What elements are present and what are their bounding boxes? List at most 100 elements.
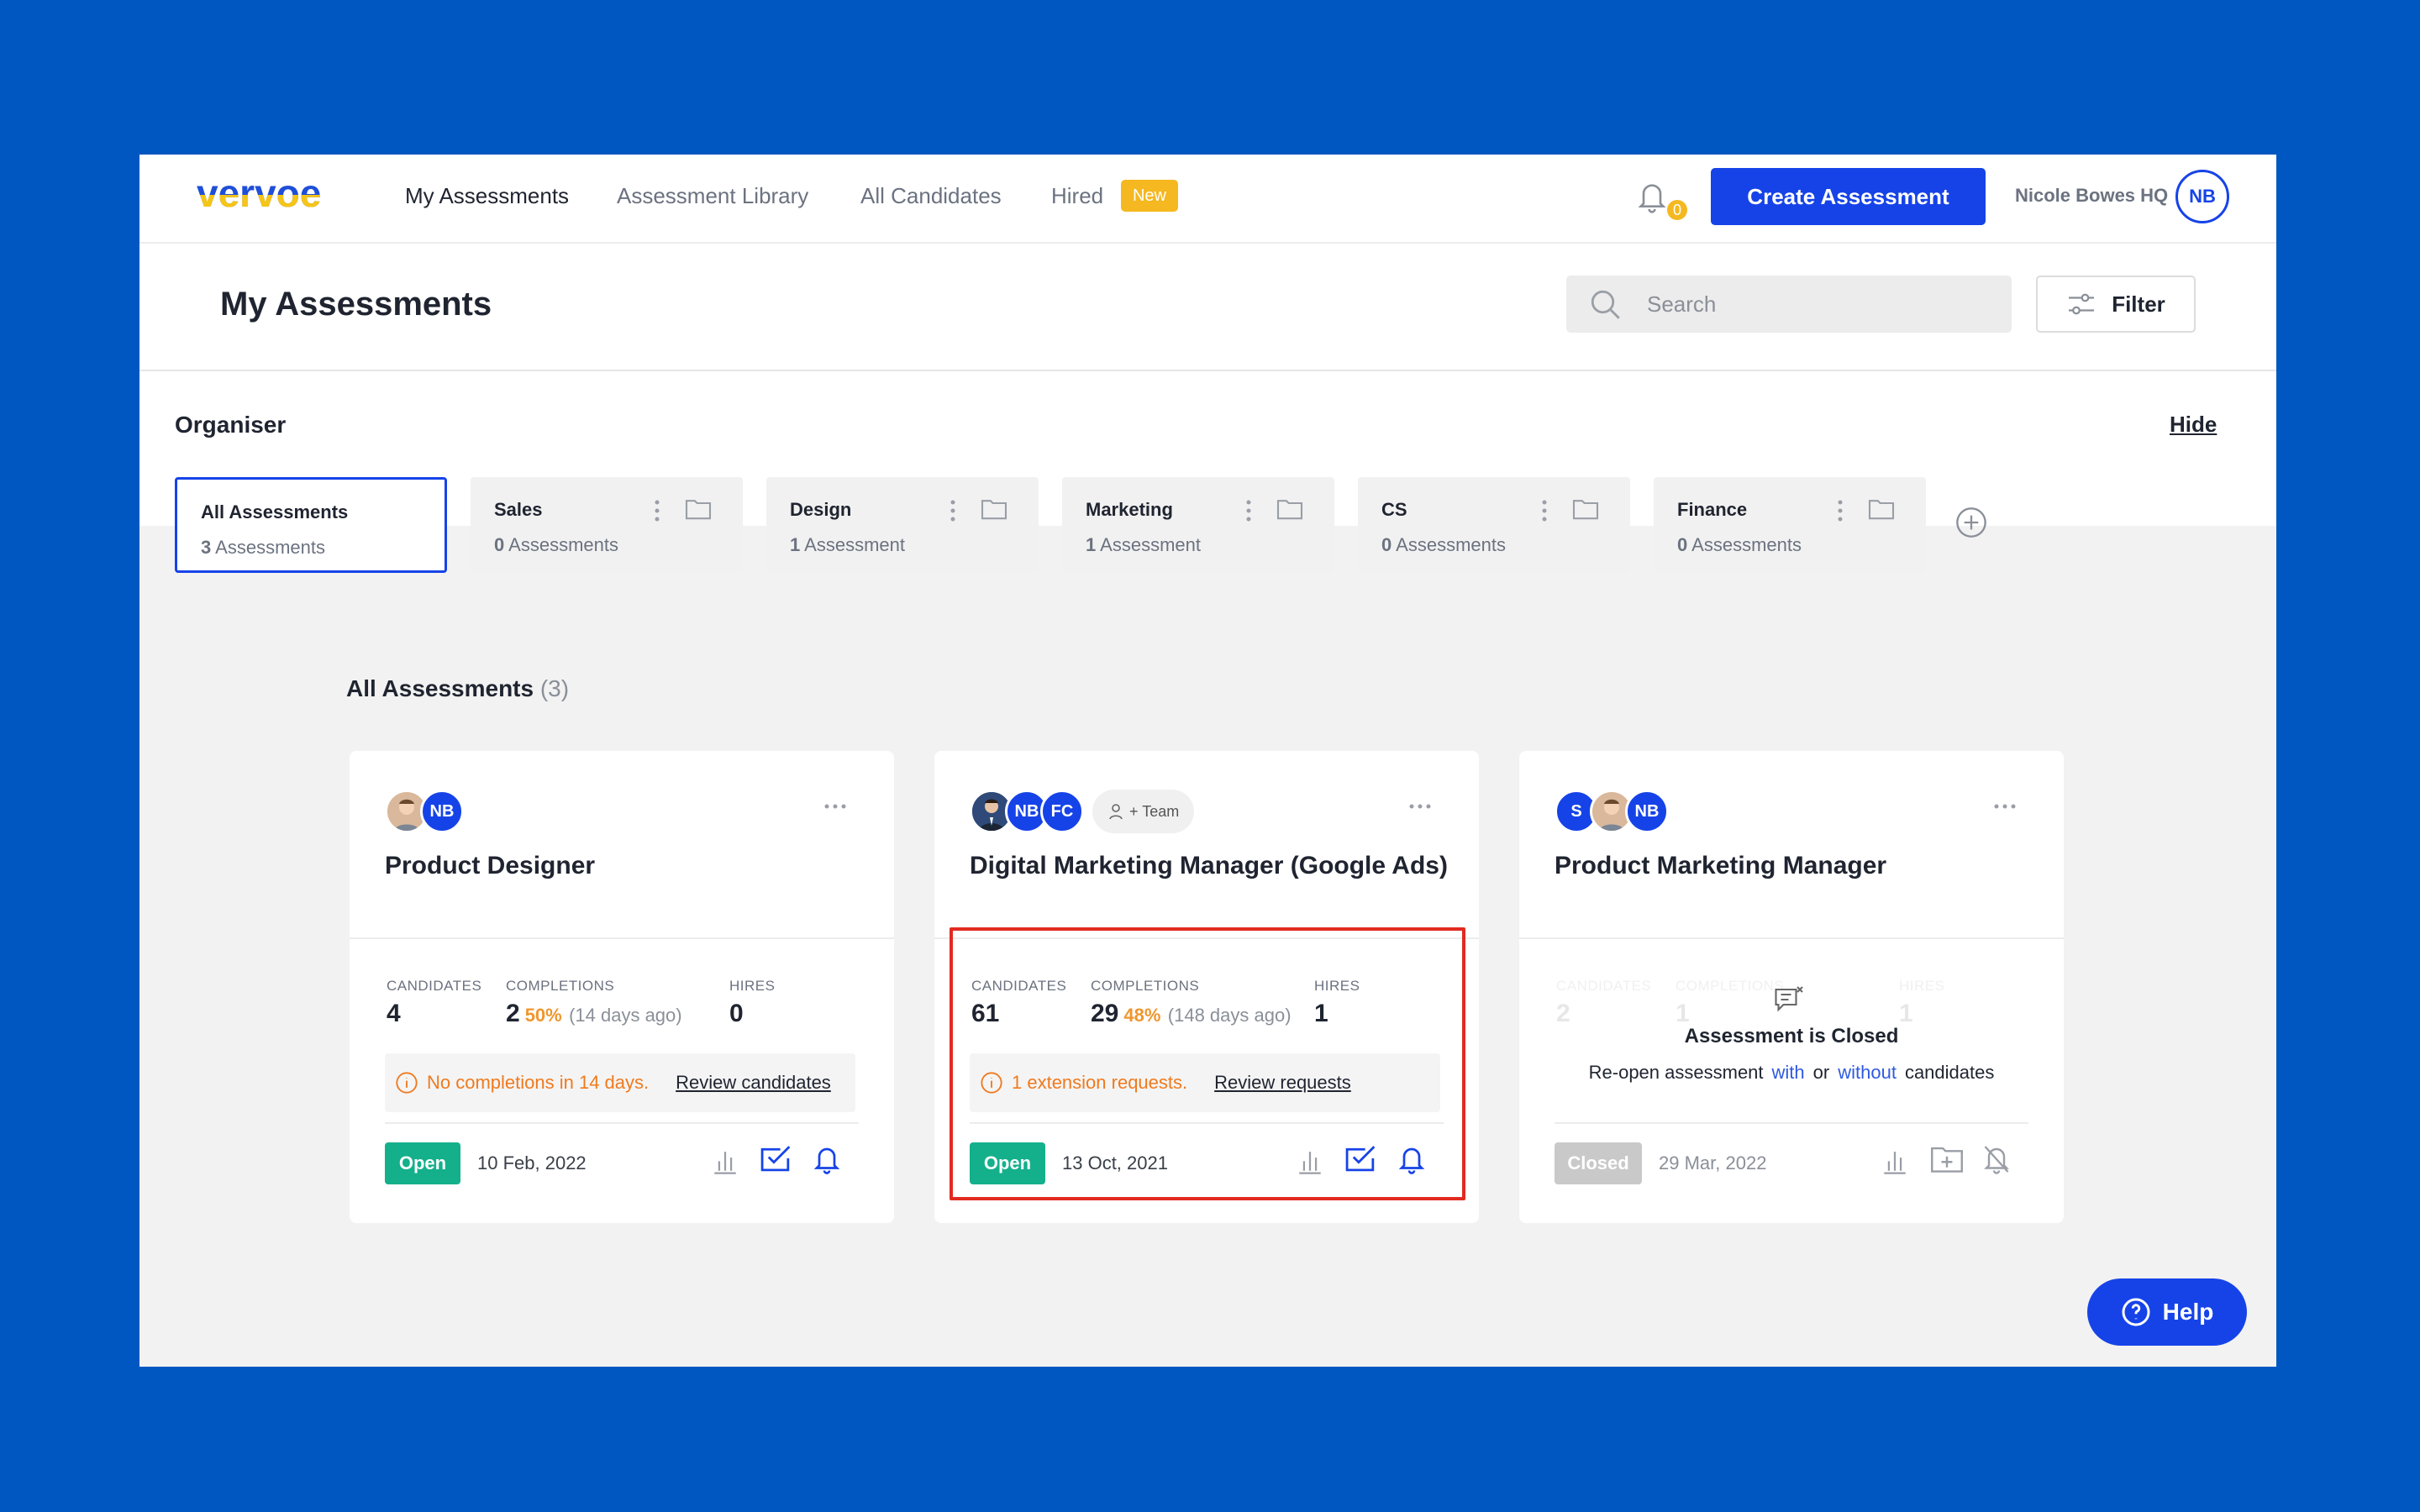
folder-finance[interactable]: Finance 0 Assessments (1654, 477, 1926, 573)
folder-icon[interactable] (1571, 497, 1600, 521)
card-divider (350, 937, 894, 939)
card-avatars: S NB (1555, 790, 1669, 833)
more-options-icon[interactable] (823, 803, 847, 810)
hires-label: HIRES (1314, 978, 1360, 994)
create-assessment-button[interactable]: Create Assessment (1711, 168, 1986, 225)
candidates-value[interactable]: 4 (387, 1000, 401, 1028)
user-avatar[interactable]: NB (2175, 170, 2229, 223)
card-divider (385, 1122, 859, 1124)
analytics-icon[interactable] (1881, 1144, 1909, 1176)
review-icon[interactable] (760, 1142, 793, 1174)
hires-label: HIRES (729, 978, 776, 994)
assessment-card[interactable]: NB Product Designer CANDIDATES COMPLETIO… (350, 751, 894, 1223)
hires-value: 1 (1899, 1000, 1913, 1027)
search-box[interactable] (1566, 276, 2012, 333)
analytics-icon[interactable] (711, 1144, 739, 1176)
page-title: My Assessments (220, 286, 492, 323)
search-input[interactable] (1647, 291, 1983, 318)
info-icon (396, 1072, 418, 1094)
kebab-menu-icon[interactable] (654, 499, 660, 522)
hide-organiser-link[interactable]: Hide (2170, 412, 2217, 438)
hires-label: HIRES (1899, 978, 1945, 994)
folder-sales[interactable]: Sales 0 Assessments (471, 477, 743, 573)
folder-cs[interactable]: CS 0 Assessments (1358, 477, 1630, 573)
folder-design[interactable]: Design 1 Assessment (766, 477, 1039, 573)
add-folder-icon[interactable] (1929, 1144, 1965, 1174)
header-divider (139, 370, 2276, 371)
more-options-icon[interactable] (1993, 803, 2017, 810)
avatar-initials: NB (1625, 790, 1669, 833)
assessment-card[interactable]: S NB Product Marketing Manager CANDIDATE… (1519, 751, 2064, 1223)
card-date: 13 Oct, 2021 (1062, 1152, 1168, 1173)
nav-hired[interactable]: Hired (1051, 183, 1103, 209)
card-date: 29 Mar, 2022 (1659, 1152, 1767, 1173)
app-window: vervoe vervoe My Assessments Assessment … (139, 155, 2276, 1367)
completions-value[interactable]: 2 50% (14 days ago) (506, 1000, 682, 1028)
search-icon (1591, 290, 1620, 319)
help-button[interactable]: Help (2087, 1278, 2247, 1346)
list-count: (3) (539, 675, 570, 701)
kebab-menu-icon[interactable] (1245, 499, 1252, 522)
new-badge: New (1121, 180, 1178, 212)
candidates-value[interactable]: 61 (971, 1000, 999, 1028)
nav-all-candidates[interactable]: All Candidates (860, 183, 1002, 209)
question-icon (2122, 1298, 2150, 1326)
folder-icon[interactable] (684, 497, 713, 521)
team-label: + Team (1129, 802, 1180, 820)
folder-marketing[interactable]: Marketing 1 Assessment (1062, 477, 1334, 573)
review-requests-link[interactable]: Review requests (1214, 1072, 1351, 1094)
hires-value[interactable]: 0 (729, 1000, 744, 1028)
kebab-menu-icon[interactable] (1837, 499, 1844, 522)
card-divider (1555, 1122, 2028, 1124)
folder-icon[interactable] (980, 497, 1008, 521)
reopen-without-candidates-link[interactable]: without (1838, 1062, 1897, 1083)
list-title: All Assessments (3) (346, 675, 570, 701)
folder-name: Design (790, 499, 852, 520)
hires-value[interactable]: 1 (1314, 1000, 1328, 1028)
review-icon[interactable] (1344, 1142, 1378, 1174)
card-divider (1519, 937, 2064, 939)
filter-button[interactable]: Filter (2036, 276, 2196, 333)
folder-count: 0 Assessments (1381, 534, 1506, 555)
org-name[interactable]: Nicole Bowes HQ (2015, 185, 2168, 207)
completions-value: 1 (1676, 1000, 1690, 1027)
info-icon (981, 1072, 1002, 1094)
nav-assessment-library[interactable]: Assessment Library (617, 183, 808, 209)
status-badge: Open (385, 1142, 460, 1184)
bell-off-icon[interactable] (1981, 1142, 2012, 1176)
folder-name: Marketing (1086, 499, 1173, 520)
status-badge: Closed (1555, 1142, 1642, 1184)
card-title[interactable]: Digital Marketing Manager (Google Ads) (970, 852, 1448, 880)
assessment-card[interactable]: NB FC + Team Digital Marketing Manager (… (934, 751, 1479, 1223)
add-team-button[interactable]: + Team (1092, 790, 1195, 833)
more-options-icon[interactable] (1408, 803, 1432, 810)
reopen-text: Re-open assessment with or without candidate… (1588, 1062, 1995, 1083)
folder-count: 0 Assessments (1677, 534, 1802, 555)
card-title[interactable]: Product Marketing Manager (1555, 852, 1886, 880)
notifications-button[interactable]: 0 (1635, 178, 1689, 223)
card-title[interactable]: Product Designer (385, 852, 595, 880)
card-avatars: NB (385, 790, 464, 833)
kebab-menu-icon[interactable] (950, 499, 956, 522)
candidates-label: CANDIDATES (1556, 978, 1652, 994)
folder-name: Finance (1677, 499, 1748, 520)
completions-value[interactable]: 29 48% (148 days ago) (1091, 1000, 1292, 1028)
folder-icon[interactable] (1276, 497, 1304, 521)
analytics-icon[interactable] (1296, 1144, 1324, 1176)
card-alert: 1 extension requests. Review requests (970, 1053, 1440, 1112)
bell-icon[interactable] (1397, 1142, 1427, 1176)
folder-icon[interactable] (1867, 497, 1896, 521)
folder-count: 1 Assessment (790, 534, 905, 555)
card-date: 10 Feb, 2022 (477, 1152, 587, 1173)
kebab-menu-icon[interactable] (1541, 499, 1548, 522)
alert-text: 1 extension requests. (1012, 1072, 1188, 1093)
vervoe-logo[interactable]: vervoe vervoe (197, 171, 356, 221)
notification-count: 0 (1665, 198, 1689, 222)
add-folder-icon[interactable] (1954, 506, 1988, 539)
nav-my-assessments[interactable]: My Assessments (405, 183, 569, 209)
folder-name: Sales (494, 499, 543, 520)
bell-icon[interactable] (812, 1142, 842, 1176)
reopen-with-candidates-link[interactable]: with (1772, 1062, 1805, 1083)
review-candidates-link[interactable]: Review candidates (676, 1072, 831, 1094)
folder-all-assessments[interactable]: All Assessments 3 Assessments (175, 477, 447, 573)
